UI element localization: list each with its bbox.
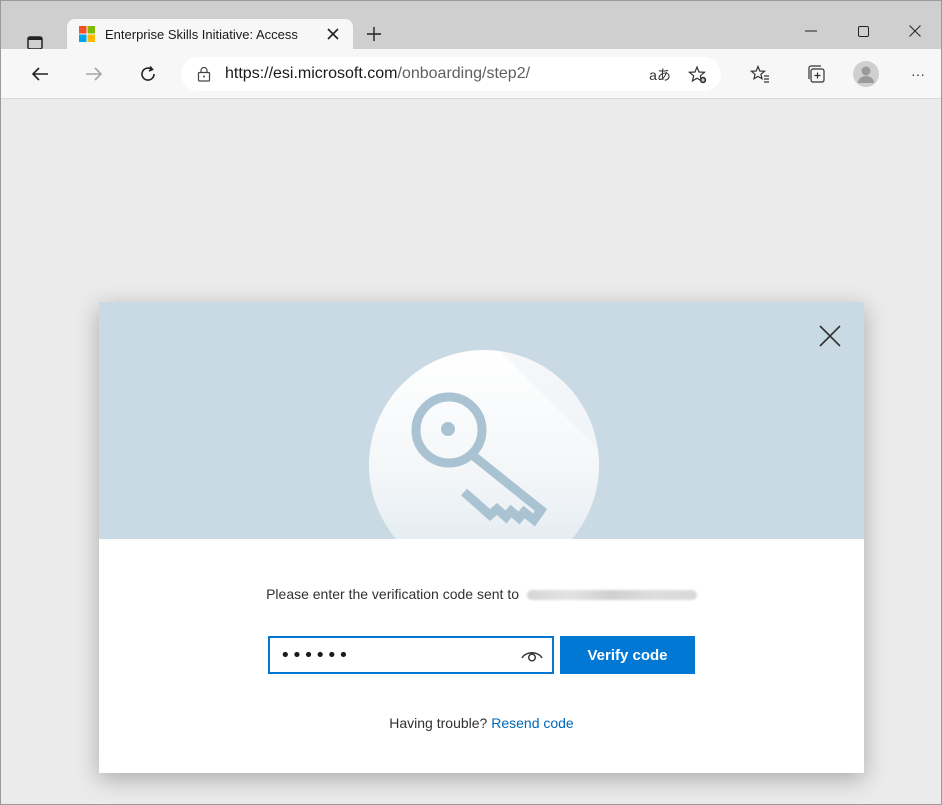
dialog-hero bbox=[99, 302, 864, 539]
code-value: •••••• bbox=[280, 644, 350, 666]
reveal-password-button[interactable] bbox=[518, 641, 546, 669]
prompt-text: Please enter the verification code sent … bbox=[266, 586, 520, 602]
back-arrow-icon bbox=[31, 67, 48, 81]
close-icon bbox=[909, 25, 921, 37]
verify-code-button[interactable]: Verify code bbox=[560, 636, 695, 674]
profile-button[interactable] bbox=[853, 61, 879, 87]
read-aloud-button[interactable]: aあ bbox=[647, 62, 673, 88]
plus-icon bbox=[367, 27, 381, 41]
microsoft-logo-icon bbox=[79, 26, 95, 42]
browser-window: Enterprise Skills Initiative: Access htt… bbox=[0, 0, 942, 805]
window-close-button[interactable] bbox=[889, 15, 941, 47]
address-bar-actions: aあ bbox=[647, 62, 711, 88]
verification-code-input[interactable]: •••••• bbox=[268, 636, 554, 674]
url-host: https://esi.microsoft.com bbox=[225, 65, 398, 82]
refresh-button[interactable] bbox=[133, 59, 163, 89]
page-content: Please enter the verification code sent … bbox=[1, 99, 941, 804]
add-favorite-button[interactable] bbox=[685, 62, 711, 88]
eye-icon bbox=[521, 652, 543, 662]
active-tab[interactable]: Enterprise Skills Initiative: Access bbox=[67, 19, 353, 49]
collections-button[interactable] bbox=[803, 61, 829, 87]
verification-prompt: Please enter the verification code sent … bbox=[99, 586, 864, 602]
trouble-text: Having trouble? bbox=[389, 715, 488, 731]
key-illustration bbox=[369, 350, 599, 539]
favorites-icon bbox=[750, 65, 769, 83]
refresh-icon bbox=[141, 65, 155, 81]
close-icon bbox=[819, 325, 841, 347]
trouble-line: Having trouble? Resend code bbox=[99, 715, 864, 731]
new-tab-button[interactable] bbox=[361, 21, 387, 47]
url-text: https://esi.microsoft.com/onboarding/ste… bbox=[225, 65, 530, 83]
url-path: /onboarding/step2/ bbox=[397, 65, 531, 82]
key-icon bbox=[411, 350, 599, 527]
tab-actions-icon bbox=[27, 36, 43, 50]
redacted-email bbox=[526, 590, 697, 601]
tab-close-button[interactable] bbox=[323, 24, 343, 44]
close-icon bbox=[327, 28, 339, 40]
forward-arrow-icon bbox=[86, 67, 103, 81]
maximize-button[interactable] bbox=[837, 15, 889, 47]
window-controls bbox=[785, 15, 941, 47]
tab-title: Enterprise Skills Initiative: Access bbox=[105, 26, 298, 42]
dialog-close-button[interactable] bbox=[818, 324, 842, 348]
maximize-icon bbox=[857, 25, 869, 37]
browser-toolbar: https://esi.microsoft.com/onboarding/ste… bbox=[1, 49, 941, 99]
favorites-button[interactable] bbox=[747, 61, 773, 87]
address-bar[interactable]: https://esi.microsoft.com/onboarding/ste… bbox=[181, 57, 721, 91]
avatar-icon bbox=[853, 61, 879, 87]
forward-button[interactable] bbox=[79, 59, 109, 89]
collections-icon bbox=[808, 65, 825, 83]
lock-icon bbox=[197, 66, 211, 82]
back-button[interactable] bbox=[25, 59, 55, 89]
minimize-button[interactable] bbox=[785, 15, 837, 47]
star-add-icon bbox=[688, 65, 707, 84]
verification-dialog: Please enter the verification code sent … bbox=[99, 302, 864, 773]
minimize-icon bbox=[805, 30, 817, 32]
resend-code-link[interactable]: Resend code bbox=[491, 715, 574, 731]
code-entry-row: •••••• Verify code bbox=[268, 636, 695, 674]
settings-more-button[interactable]: ··· bbox=[905, 61, 931, 87]
